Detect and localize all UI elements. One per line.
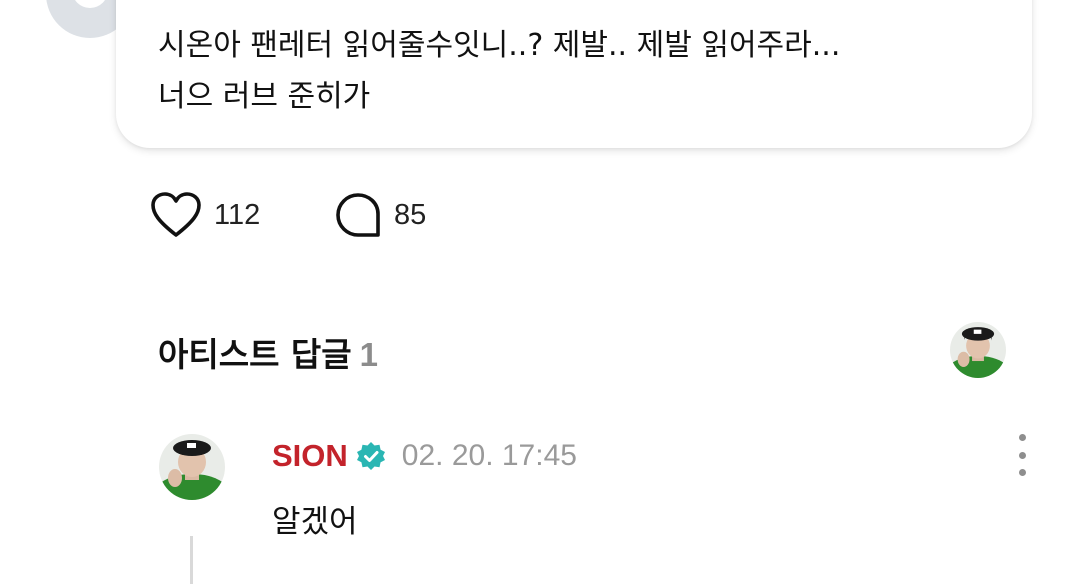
comment-thread-view: 시온아 팬레터 읽어줄수잇니..? 제발.. 제발 읽어주라... 너으 러브 … (0, 0, 1080, 584)
artist-profile-photo (950, 322, 1006, 378)
verified-badge-icon (356, 442, 385, 470)
more-vertical-icon[interactable] (1008, 434, 1036, 476)
speech-bubble-icon (336, 193, 380, 237)
like-count: 112 (214, 198, 261, 231)
reply-author[interactable]: SION (272, 438, 348, 474)
artist-replies-heading: 아티스트 답글 1 (158, 328, 378, 376)
fan-post-text: 시온아 팬레터 읽어줄수잇니..? 제발.. 제발 읽어주라... 너으 러브 … (158, 20, 998, 122)
reply-text: 알겠어 (272, 504, 358, 540)
more-dot (1018, 469, 1026, 476)
artist-avatar-small[interactable] (950, 322, 1006, 378)
comment-button[interactable]: 85 (334, 190, 426, 240)
artist-profile-photo (159, 434, 225, 500)
more-dot (1018, 451, 1026, 459)
more-dot (1018, 434, 1026, 441)
thread-connector-line (190, 536, 193, 584)
artist-avatar[interactable] (159, 434, 225, 500)
comment-count: 85 (394, 198, 427, 231)
post-text-line: 시온아 팬레터 읽어줄수잇니..? 제발.. 제발 읽어주라... (158, 28, 841, 63)
heart-icon (151, 192, 201, 237)
artist-replies-count: 1 (359, 336, 379, 373)
artist-replies-title: 아티스트 답글 (158, 335, 352, 374)
default-avatar-icon (72, 0, 108, 8)
reply-meta: SION 02. 20. 17:45 (272, 436, 577, 476)
reply-timestamp: 02. 20. 17:45 (401, 439, 577, 472)
like-button[interactable]: 112 (150, 190, 260, 240)
post-text-line: 너으 러브 준히가 (158, 79, 371, 114)
